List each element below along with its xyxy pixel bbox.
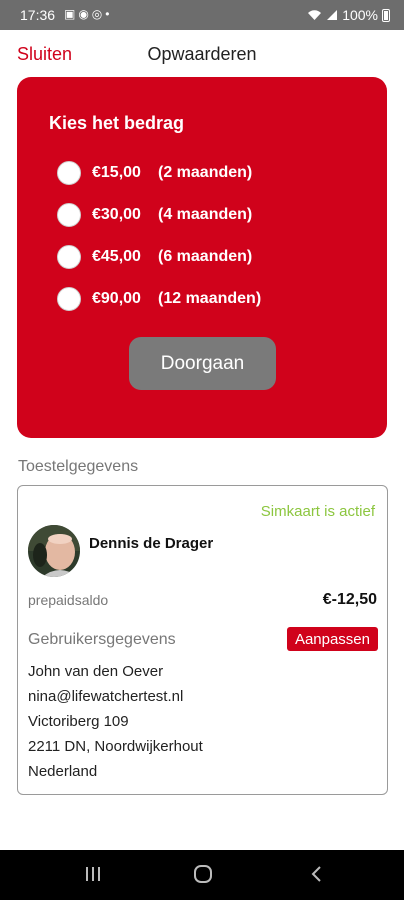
back-icon[interactable]	[309, 864, 323, 884]
continue-button[interactable]: Doorgaan	[129, 337, 276, 390]
signal-icon	[327, 10, 338, 20]
option-period: (12 maanden)	[158, 290, 262, 307]
option-price: €30,00	[92, 206, 141, 223]
option-price: €15,00	[92, 164, 141, 181]
radio-button[interactable]	[57, 245, 81, 269]
close-button[interactable]: Sluiten	[17, 44, 72, 65]
address-street: Victoriberg 109	[28, 713, 129, 730]
notification-icons: ▣◉◎•	[64, 7, 113, 21]
status-bar: 17:36 ▣◉◎• 100%	[0, 0, 404, 30]
user-name: Dennis de Drager	[89, 535, 214, 552]
user-data-label: Gebruikersgegevens	[28, 631, 176, 648]
amount-option-30[interactable]: €30,00 (4 maanden)	[57, 202, 252, 228]
option-period: (6 maanden)	[158, 248, 253, 265]
avatar-photo	[28, 525, 80, 577]
option-period: (2 maanden)	[158, 164, 253, 181]
amount-option-15[interactable]: €15,00 (2 maanden)	[57, 160, 252, 186]
device-card: Simkaart is actief Dennis de Drager prep…	[17, 485, 388, 795]
status-time: 17:36	[20, 7, 56, 23]
prepaid-value: €-12,50	[322, 591, 377, 608]
device-section-label: Toestelgegevens	[18, 458, 139, 475]
sim-status: Simkaart is actief	[260, 503, 375, 520]
wifi-icon	[308, 10, 322, 20]
navigation-bar	[0, 850, 404, 900]
recent-apps-icon[interactable]	[84, 864, 102, 884]
option-price: €45,00	[92, 248, 141, 265]
home-icon[interactable]	[193, 864, 213, 884]
radio-button[interactable]	[57, 203, 81, 227]
battery-icon	[382, 8, 390, 22]
avatar	[28, 525, 80, 577]
radio-button[interactable]	[57, 161, 81, 185]
radio-button[interactable]	[57, 287, 81, 311]
option-period: (4 maanden)	[158, 206, 253, 223]
amount-option-90[interactable]: €90,00 (12 maanden)	[57, 286, 261, 312]
battery-text: 100%	[342, 7, 378, 23]
address-name: John van den Oever	[28, 663, 164, 680]
address-country: Nederland	[28, 763, 98, 780]
amount-option-45[interactable]: €45,00 (6 maanden)	[57, 244, 252, 270]
amount-card-title: Kies het bedrag	[49, 113, 185, 133]
option-price: €90,00	[92, 290, 141, 307]
address-city: 2211 DN, Noordwijkerhout	[28, 738, 203, 755]
address-email: nina@lifewatchertest.nl	[28, 688, 184, 705]
status-right: 100%	[307, 7, 390, 23]
edit-button[interactable]: Aanpassen	[286, 627, 378, 651]
amount-card: Kies het bedrag €15,00 (2 maanden) €30,0…	[17, 77, 387, 438]
prepaid-label: prepaidsaldo	[28, 592, 109, 608]
